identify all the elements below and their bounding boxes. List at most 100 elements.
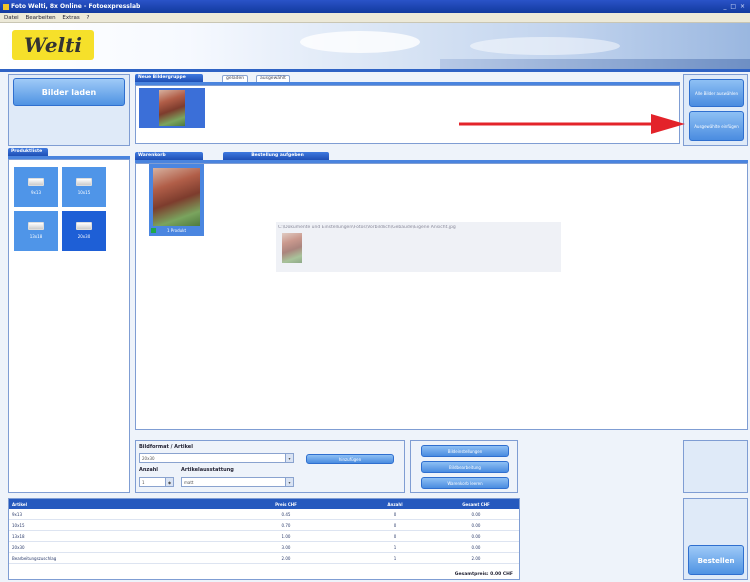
article-form-title: Bildformat / Artikel	[139, 444, 193, 450]
extra-actions-panel: Bildeinstellungen Bildbearbeitung Warenk…	[410, 440, 518, 493]
cell-total: 0.00	[431, 541, 519, 553]
cart-item-caption: 1 Produkt	[166, 228, 187, 233]
table-row[interactable]: 20x30 3.00 1 0.00	[9, 541, 519, 553]
stepper-icon[interactable]: ◆	[165, 478, 173, 486]
order-table-panel: Artikel Preis CHF Anzahl Gesamt CHF 9x13…	[8, 498, 520, 580]
finish-label: Artikelausstattung	[181, 467, 234, 473]
select-all-button[interactable]: Alle Bilder auswählen	[689, 79, 744, 107]
place-order-tab[interactable]: Bestellung aufgeben	[223, 152, 329, 160]
add-article-button[interactable]: hinzufügen	[306, 454, 394, 464]
cloud-decoration	[300, 31, 420, 53]
products-list: 9x13 10x15 13x18 20x30	[8, 159, 130, 493]
product-item-9x13[interactable]: 9x13	[13, 166, 59, 208]
finish-value: matt	[184, 480, 194, 485]
window-controls[interactable]: _ □ ×	[723, 3, 746, 10]
product-label: 20x30	[77, 234, 91, 239]
column-header-price: Preis CHF	[213, 499, 357, 509]
cell-article: 20x30	[9, 541, 213, 553]
product-label: 10x15	[77, 190, 91, 195]
quantity-label: Anzahl	[139, 467, 158, 473]
product-item-13x18[interactable]: 13x18	[13, 210, 59, 252]
menu-help[interactable]: ?	[87, 15, 90, 21]
order-button[interactable]: Bestellen	[688, 545, 744, 575]
finish-select[interactable]: matt ▾	[181, 477, 294, 487]
cell-article: 13x18	[9, 530, 213, 542]
print-icon	[76, 222, 92, 230]
cart-item[interactable]: 1 Produkt	[149, 164, 204, 236]
selection-actions-panel: Alle Bilder auswählen Ausgewählte einfüg…	[683, 74, 748, 146]
cell-total: 0.00	[431, 519, 519, 531]
table-header-row: Artikel Preis CHF Anzahl Gesamt CHF	[9, 499, 519, 509]
table-row[interactable]: 9x13 0.45 0 0.00	[9, 509, 519, 520]
menu-extras[interactable]: Extras	[62, 15, 79, 21]
table-row[interactable]: Bearbeitungszuschlag 2.00 1 2.00	[9, 552, 519, 564]
order-table: Artikel Preis CHF Anzahl Gesamt CHF 9x13…	[9, 499, 519, 564]
table-row[interactable]: 13x18 1.00 0 0.00	[9, 530, 519, 542]
chevron-down-icon[interactable]: ▾	[285, 454, 293, 462]
cell-price: 0.45	[213, 509, 357, 520]
chevron-down-icon[interactable]: ▾	[285, 478, 293, 486]
cell-total: 0.00	[431, 509, 519, 520]
load-panel: Bilder laden	[8, 74, 130, 146]
format-select[interactable]: 20x30 ▾	[139, 453, 294, 463]
cell-quantity: 1	[357, 552, 431, 564]
quantity-stepper[interactable]: 1 ◆	[139, 477, 174, 487]
drag-photo-ghost	[282, 233, 302, 263]
product-label: 13x18	[29, 234, 43, 239]
cell-price: 1.00	[213, 530, 357, 542]
table-row[interactable]: 10x15 0.70 0 0.00	[9, 519, 519, 531]
format-value: 20x30	[142, 456, 155, 461]
print-icon	[28, 222, 44, 230]
image-settings-button[interactable]: Bildeinstellungen	[421, 445, 509, 457]
cell-article: 10x15	[9, 519, 213, 531]
cell-price: 2.00	[213, 552, 357, 564]
grand-total: Gesamtpreis: 0.00 CHF	[454, 572, 513, 577]
cell-quantity: 0	[357, 509, 431, 520]
cloud-decoration	[470, 37, 620, 55]
drag-preview: C:\Dokumente und Einstellungen\Fotos\Vor…	[276, 222, 561, 272]
load-images-button[interactable]: Bilder laden	[13, 78, 125, 106]
column-header-total: Gesamt CHF	[431, 499, 519, 509]
side-info-panel	[683, 440, 748, 493]
cart-area: 1 Produkt C:\Dokumente und Einstellungen…	[135, 163, 748, 430]
cart-section: Warenkorb Bestellung aufgeben 1 Produkt …	[135, 152, 748, 430]
print-icon	[76, 178, 92, 186]
landscape-decoration	[440, 59, 750, 69]
cell-price: 0.70	[213, 519, 357, 531]
header-banner: Welti	[0, 23, 750, 69]
empty-cart-button[interactable]: Warenkorb leeren	[421, 477, 509, 489]
product-item-20x30[interactable]: 20x30	[61, 210, 107, 252]
app-icon	[3, 3, 9, 10]
menu-bearbeiten[interactable]: Bearbeiten	[25, 15, 55, 21]
menu-bar: Datei Bearbeiten Extras ?	[0, 13, 750, 23]
welti-logo: Welti	[12, 30, 94, 60]
cell-quantity: 1	[357, 541, 431, 553]
thumbnail-frame[interactable]	[139, 88, 205, 128]
cart-tab[interactable]: Warenkorb	[135, 152, 203, 160]
product-label: 9x13	[30, 190, 41, 195]
cell-quantity: 0	[357, 519, 431, 531]
window-title: Foto Welti, 8x Online - Fotoexpresslab	[11, 3, 141, 10]
building-photo-thumbnail	[153, 168, 200, 226]
order-panel: Bestellen	[683, 498, 748, 580]
cell-article: Bearbeitungszuschlag	[9, 552, 213, 564]
header-divider	[0, 69, 750, 72]
window-titlebar: Foto Welti, 8x Online - Fotoexpresslab	[0, 0, 750, 13]
status-indicator	[151, 228, 156, 233]
article-form: Bildformat / Artikel 20x30 ▾ hinzufügen A…	[135, 440, 405, 493]
building-photo-thumbnail	[159, 90, 185, 126]
column-header-article: Artikel	[9, 499, 213, 509]
cell-article: 9x13	[9, 509, 213, 520]
add-selected-button[interactable]: Ausgewählte einfügen	[689, 111, 744, 141]
red-arrow-annotation	[459, 114, 685, 134]
drag-file-path: C:\Dokumente und Einstellungen\Fotos\Vor…	[278, 225, 456, 230]
image-editing-button[interactable]: Bildbearbeitung	[421, 461, 509, 473]
products-tab[interactable]: Produktliste	[8, 148, 48, 156]
product-item-10x15[interactable]: 10x15	[61, 166, 107, 208]
gallery-tab[interactable]: Neue Bildergruppe	[135, 74, 203, 82]
column-header-quantity: Anzahl	[357, 499, 431, 509]
print-icon	[28, 178, 44, 186]
cell-total: 0.00	[431, 530, 519, 542]
cell-quantity: 0	[357, 530, 431, 542]
menu-datei[interactable]: Datei	[4, 15, 19, 21]
